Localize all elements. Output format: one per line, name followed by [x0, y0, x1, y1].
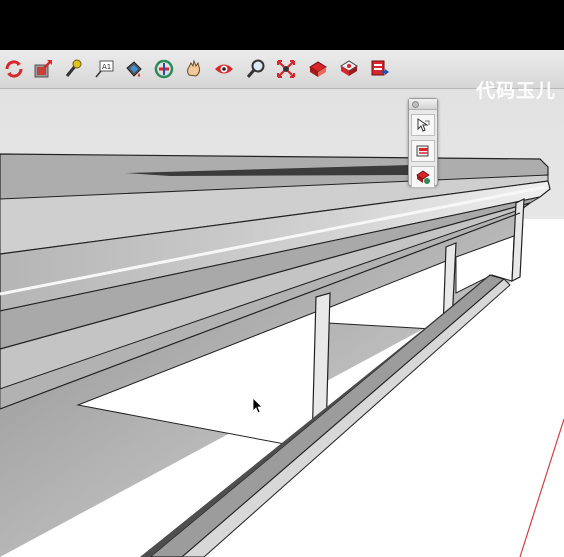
component-options-icon[interactable] [411, 166, 435, 188]
push-pull-icon[interactable] [31, 57, 55, 81]
zoom-icon[interactable] [244, 57, 268, 81]
model-scene [0, 89, 564, 557]
components-icon[interactable] [306, 57, 330, 81]
text-label-glyph: A1 [102, 63, 111, 71]
export-icon[interactable] [368, 57, 392, 81]
title-bar [0, 0, 564, 50]
rotate-icon[interactable] [152, 57, 176, 81]
palette-close-button[interactable] [412, 101, 419, 108]
pan-hand-icon[interactable] [182, 57, 206, 81]
paint-bucket-icon[interactable] [121, 57, 145, 81]
sketchup-window: A1 代码玉儿 [0, 0, 564, 557]
tape-measure-icon[interactable] [60, 57, 84, 81]
section-plane-icon[interactable] [411, 140, 435, 162]
select-tool-icon[interactable] [411, 114, 435, 136]
text-label-icon[interactable]: A1 [92, 57, 116, 81]
orbit-icon[interactable] [2, 57, 26, 81]
materials-icon[interactable] [337, 57, 361, 81]
zoom-extents-icon[interactable] [274, 57, 298, 81]
watermark-text: 代码玉儿 [475, 80, 556, 102]
floating-tool-palette[interactable] [408, 98, 438, 188]
model-viewport[interactable] [0, 89, 564, 557]
look-around-eye-icon[interactable] [212, 57, 236, 81]
palette-titlebar[interactable] [409, 99, 437, 110]
mouse-pointer-icon [252, 397, 263, 414]
